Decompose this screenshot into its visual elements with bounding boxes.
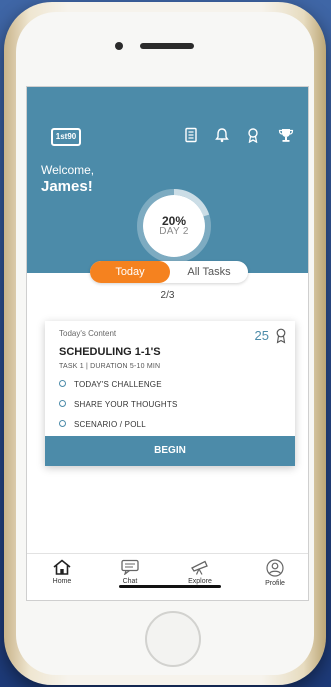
profile-icon (266, 559, 284, 577)
tab-all-tasks[interactable]: All Tasks (170, 261, 248, 283)
notes-icon[interactable] (183, 127, 199, 143)
day-label: DAY 2 (159, 226, 189, 237)
nav-home-label: Home (52, 578, 72, 585)
bullet-circle-icon (59, 380, 66, 387)
award-ribbon-icon (276, 328, 286, 344)
task-counter: 2/3 (160, 290, 175, 301)
task-item-challenge: TODAY'S CHALLENGE (59, 380, 162, 389)
task-title: SCHEDULING 1-1'S (59, 346, 161, 358)
front-camera (115, 42, 123, 50)
task-item-scenario: SCENARIO / POLL (59, 420, 146, 429)
bottom-nav: Home Chat Explore Profile (27, 553, 308, 600)
app-screen: 1st90 Welcome, James! 20% DAY 2 Today Al… (26, 86, 309, 601)
home-hardware-button[interactable] (145, 611, 201, 667)
badge-icon[interactable] (245, 127, 261, 143)
bullet-circle-icon (59, 400, 66, 407)
task-item-thoughts: SHARE YOUR THOUGHTS (59, 400, 178, 409)
tab-switcher: Today All Tasks (90, 261, 248, 283)
task-item-label: SHARE YOUR THOUGHTS (74, 400, 178, 409)
nav-profile-label: Profile (265, 580, 285, 587)
task-item-label: TODAY'S CHALLENGE (74, 380, 162, 389)
welcome-text: Welcome, (41, 163, 95, 177)
header: 1st90 Welcome, James! 20% DAY 2 (27, 87, 308, 273)
nav-chat[interactable]: Chat (100, 559, 160, 585)
chat-icon (121, 559, 139, 575)
earpiece-speaker (140, 43, 194, 49)
nav-profile[interactable]: Profile (245, 559, 305, 587)
home-icon (53, 559, 71, 575)
points-value: 25 (254, 328, 269, 343)
tab-today[interactable]: Today (90, 261, 170, 283)
bell-icon[interactable] (214, 127, 230, 143)
task-item-label: SCENARIO / POLL (74, 420, 146, 429)
trophy-icon[interactable] (278, 127, 294, 143)
nav-home[interactable]: Home (32, 559, 92, 585)
progress-center: 20% DAY 2 (143, 195, 205, 257)
progress-ring: 20% DAY 2 (135, 183, 213, 261)
begin-button[interactable]: BEGIN (45, 436, 295, 466)
nav-explore[interactable]: Explore (170, 559, 230, 585)
telescope-icon (191, 560, 208, 575)
task-subtitle: TASK 1 | DURATION 5-10 MIN (59, 363, 161, 370)
nav-chat-label: Chat (122, 578, 138, 585)
content-card: Today's Content 25 SCHEDULING 1-1'S TASK… (45, 321, 295, 466)
nav-explore-label: Explore (188, 578, 212, 585)
home-indicator (119, 585, 221, 588)
card-label: Today's Content (59, 329, 117, 338)
app-logo: 1st90 (51, 128, 81, 146)
bullet-circle-icon (59, 420, 66, 427)
user-name: James! (41, 178, 93, 195)
